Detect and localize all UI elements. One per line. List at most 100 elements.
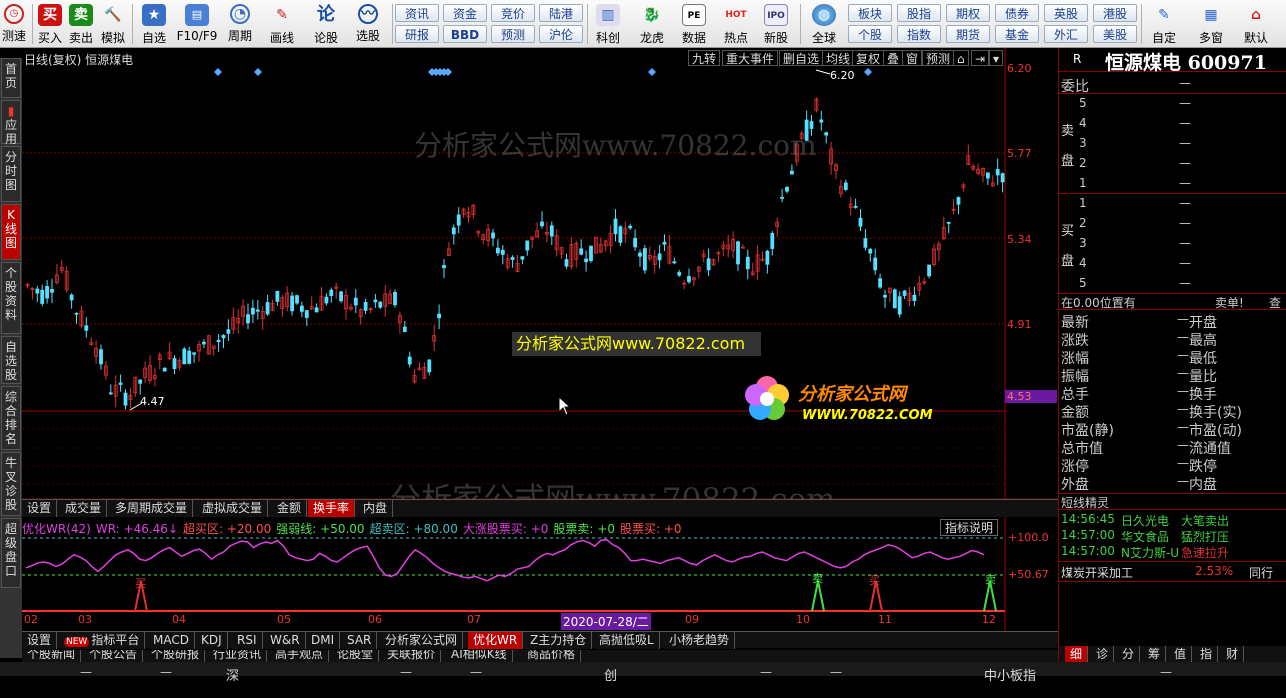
grid-btn-qihuo[interactable]: 期货 — [946, 25, 990, 43]
news-tab-7[interactable]: AI相似K线 — [446, 650, 513, 662]
tab-intraday[interactable]: 分时图 — [1, 146, 21, 202]
tab-stock-profile[interactable]: 个股资料 — [1, 262, 21, 334]
draw-line-button[interactable]: ✎ 画线 — [264, 2, 300, 46]
event-event[interactable]: 大笔卖出 — [1181, 512, 1229, 529]
chart-tab-overlay[interactable]: 叠 — [883, 50, 904, 66]
news-tab-6[interactable]: 关联报价 — [382, 650, 442, 662]
ind-tab-sar[interactable]: SAR — [342, 632, 378, 649]
ind-tab-trend[interactable]: 小杨老趋势 — [664, 632, 736, 649]
status-chuang[interactable]: 创 — [604, 665, 617, 684]
ind-tab-fxj[interactable]: 分析家公式网 — [380, 632, 464, 649]
event-time[interactable]: 14:56:45 — [1061, 512, 1115, 526]
event-event[interactable]: 猛烈打压 — [1181, 528, 1229, 545]
grid-btn-zijin[interactable]: 资金 — [443, 4, 487, 22]
status-sme[interactable]: 中小板指 — [984, 665, 1036, 684]
simulate-button[interactable]: 🔨 模拟 — [98, 2, 128, 46]
grid-btn-bankuai[interactable]: 板块 — [848, 4, 892, 22]
tab-diagnosis[interactable]: 牛叉诊股 — [1, 452, 21, 516]
ind-tab-settings[interactable]: 设置 — [22, 632, 58, 649]
chart-tab-ma[interactable]: 均线 — [822, 50, 855, 66]
event-time[interactable]: 14:57:00 — [1061, 544, 1115, 558]
event-name[interactable]: 华文食品 — [1121, 528, 1169, 545]
f10-button[interactable]: ▤ F10/F9 — [176, 2, 218, 46]
vol-tab-amount[interactable]: 金额 — [272, 500, 308, 517]
grid-btn-lugang[interactable]: 陆港 — [539, 4, 583, 22]
chart-tab-predict[interactable]: 预测 — [922, 50, 955, 66]
grid-btn-jingjia[interactable]: 竞价 — [491, 4, 535, 22]
new-stock-button[interactable]: IPO 新股 — [760, 2, 792, 46]
ind-tab-rsi[interactable]: RSI — [232, 632, 263, 649]
vol-tab-multi-period[interactable]: 多周期成交量 — [110, 500, 194, 517]
vol-tab-inner[interactable]: 内盘 — [358, 500, 394, 517]
grid-btn-qiquan[interactable]: 期权 — [946, 4, 990, 22]
hot-button[interactable]: HOT 热点 — [720, 2, 752, 46]
tab-kline[interactable]: K线图 — [1, 204, 21, 260]
news-tab-1[interactable]: 个股公告 — [84, 650, 144, 662]
vol-tab-volume[interactable]: 成交量 — [60, 500, 108, 517]
ind-tab-platform[interactable]: NEW 指标平台 — [59, 632, 146, 649]
grid-btn-yinggu[interactable]: 英股 — [1044, 4, 1088, 22]
ind-tab-high-low[interactable]: 高抛低吸L — [594, 632, 660, 649]
data-button[interactable]: PE 数据 — [678, 2, 710, 46]
grid-btn-waihui[interactable]: 外汇 — [1044, 25, 1088, 43]
status-shen[interactable]: 深 — [226, 665, 239, 684]
event-name[interactable]: N艾力斯-U — [1121, 544, 1179, 561]
favorites-button[interactable]: ★ 自选 — [136, 2, 172, 46]
vol-tab-settings[interactable]: 设置 — [22, 500, 58, 517]
grid-btn-yuce[interactable]: 预测 — [491, 25, 535, 43]
news-tab-4[interactable]: 高手观点 — [270, 650, 330, 662]
longhu-button[interactable]: 🐉 龙虎 — [636, 2, 668, 46]
ind-tab-main-holding[interactable]: Z主力持仓 — [525, 632, 593, 649]
kechuang-button[interactable]: ▥ 科创 — [590, 2, 626, 46]
sector-row[interactable]: 煤炭开采加工 2.53% 同行 — [1059, 562, 1286, 582]
quote-tab[interactable]: 分 — [1117, 646, 1141, 663]
custom-button[interactable]: ✎ 自定 — [1146, 2, 1182, 46]
speedtest-button[interactable]: ◷ 测速 — [0, 2, 28, 46]
buy-button[interactable]: 买买入 — [36, 2, 64, 46]
news-tab-2[interactable]: 个股研报 — [146, 650, 206, 662]
lock-icon[interactable]: ⌂ — [953, 50, 969, 66]
select-stock-button[interactable]: 〰选股 — [348, 2, 388, 46]
tab-watchlist[interactable]: 自选股 — [1, 336, 21, 384]
chart-tab-adjust[interactable]: 复权 — [852, 50, 885, 66]
quote-tab[interactable]: 筹 — [1143, 646, 1167, 663]
dropdown-icon[interactable]: ▾ — [989, 50, 1004, 66]
expand-icon[interactable]: ⇥ — [971, 50, 990, 66]
grid-btn-zhishu[interactable]: 指数 — [897, 25, 941, 43]
query-label[interactable]: 查 — [1269, 294, 1281, 311]
ind-tab-wr[interactable]: W&R — [265, 632, 306, 649]
quote-tab[interactable]: 财 — [1221, 646, 1245, 663]
chart-tab-window[interactable]: 窗 — [902, 50, 923, 66]
news-tab-3[interactable]: 行业资讯 — [208, 650, 268, 662]
quote-tab[interactable]: 值 — [1169, 646, 1193, 663]
grid-btn-bbd[interactable]: BBD — [443, 25, 487, 43]
vol-tab-turnover[interactable]: 换手率 — [308, 500, 356, 517]
quote-tab[interactable]: 指 — [1195, 646, 1219, 663]
tab-ranking[interactable]: 综合排名 — [1, 386, 21, 450]
grid-btn-zhaiquan[interactable]: 债券 — [995, 4, 1039, 22]
ind-tab-macd[interactable]: MACD — [148, 632, 195, 649]
news-tab-8[interactable]: 商品价格 — [522, 650, 582, 662]
tab-home[interactable]: 首页 — [1, 58, 21, 98]
quote-tab[interactable]: 诊 — [1091, 646, 1115, 663]
chart-tab-events[interactable]: 重大事件 — [722, 50, 779, 66]
grid-btn-ganggu[interactable]: 港股 — [1093, 4, 1137, 22]
grid-btn-jijin[interactable]: 基金 — [995, 25, 1039, 43]
discuss-button[interactable]: 论论股 — [310, 2, 342, 46]
grid-btn-yanbao[interactable]: 研报 — [395, 25, 439, 43]
news-tab-0[interactable]: 个股新闻 — [22, 650, 82, 662]
ind-tab-dmi[interactable]: DMI — [306, 632, 341, 649]
grid-btn-gegu[interactable]: 个股 — [848, 25, 892, 43]
chart-tab-jiuzhuan[interactable]: 九转 — [688, 50, 721, 66]
global-button[interactable]: ◍ 全球 — [804, 2, 844, 46]
indicator-help-button[interactable]: 指标说明 — [940, 519, 999, 536]
event-name[interactable]: 日久光电 — [1121, 512, 1169, 529]
sector-more[interactable]: 同行 — [1249, 564, 1273, 581]
event-time[interactable]: 14:57:00 — [1061, 528, 1115, 542]
multiwindow-button[interactable]: ▦ 多窗 — [1190, 2, 1232, 46]
ind-tab-kdj[interactable]: KDJ — [196, 632, 228, 649]
tab-apps[interactable]: ▮ 应用 — [1, 100, 21, 146]
home-button[interactable]: ⌂ 默认 — [1236, 2, 1276, 46]
vol-tab-virtual[interactable]: 虚拟成交量 — [197, 500, 269, 517]
grid-btn-hulun[interactable]: 沪伦 — [539, 25, 583, 43]
